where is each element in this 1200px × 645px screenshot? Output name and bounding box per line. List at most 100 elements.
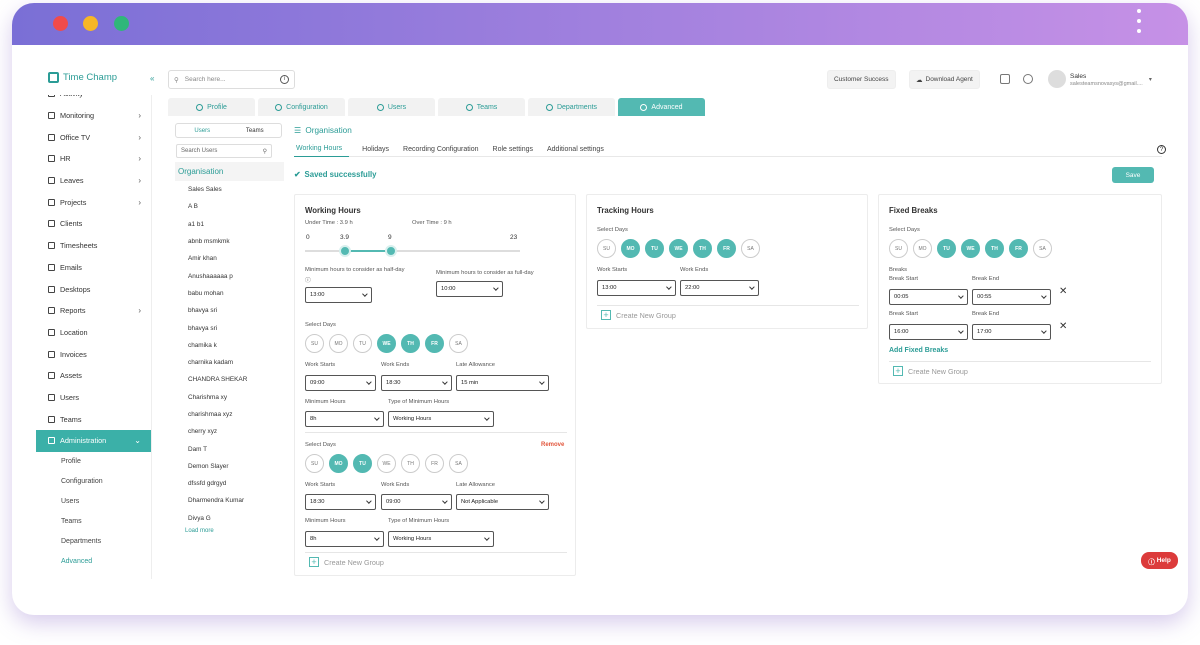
sidebar-item-teams[interactable]: Teams: [36, 408, 151, 430]
sidebar-item-timesheets[interactable]: Timesheets: [36, 235, 151, 257]
gear-icon[interactable]: [1023, 74, 1033, 84]
tab-role-settings[interactable]: Role settings: [486, 141, 540, 157]
over-time-handle[interactable]: [385, 245, 397, 257]
day-toggle-su[interactable]: SU: [597, 239, 616, 258]
list-item[interactable]: CHANDRA SHEKAR: [163, 371, 284, 388]
sidebar-item-emails[interactable]: Emails: [36, 257, 151, 279]
list-item[interactable]: a1 b1: [163, 216, 284, 233]
list-item[interactable]: Demon Slayer: [163, 458, 284, 475]
break1-start-select[interactable]: 00:05: [889, 289, 968, 305]
create-new-group-button[interactable]: + Create New Group: [601, 310, 676, 320]
list-item[interactable]: chamika k: [163, 337, 284, 354]
sidebar-item-hr[interactable]: HR ›: [36, 148, 151, 170]
tab-teams[interactable]: Teams: [229, 124, 282, 137]
sidebar-item-users[interactable]: Users: [36, 387, 151, 409]
tab-advanced[interactable]: Advanced: [618, 98, 705, 116]
day-toggle-tu[interactable]: TU: [353, 334, 372, 353]
day-toggle-fr[interactable]: FR: [1009, 239, 1028, 258]
work-ends-select[interactable]: 18:30: [381, 375, 452, 391]
list-item[interactable]: babu mohan: [163, 285, 284, 302]
tab-working-hours[interactable]: Working Hours: [294, 141, 350, 157]
download-agent-button[interactable]: ☁ Download Agent: [909, 70, 980, 89]
collapse-sidebar-icon[interactable]: «: [150, 74, 154, 83]
full-day-select[interactable]: 10:00: [436, 281, 503, 297]
tab-departments[interactable]: Departments: [528, 98, 615, 116]
create-new-group-button[interactable]: + Create New Group: [309, 557, 384, 567]
sidebar-item-clients[interactable]: Clients: [36, 213, 151, 235]
search-input[interactable]: ⚲ Search here... i: [168, 70, 295, 89]
day-toggle-we[interactable]: WE: [377, 454, 396, 473]
list-item[interactable]: Anushaaaaaa p: [163, 267, 284, 284]
search-users-input[interactable]: Search Users ⚲: [176, 144, 272, 158]
day-toggle-sa[interactable]: SA: [1033, 239, 1052, 258]
kebab-menu-icon[interactable]: [1137, 9, 1142, 39]
sidebar-subitem-advanced[interactable]: Advanced: [36, 552, 151, 572]
brand[interactable]: Time Champ: [48, 72, 117, 83]
list-item[interactable]: charnika kadam: [163, 354, 284, 371]
day-toggle-tu[interactable]: TU: [937, 239, 956, 258]
sidebar-item-office-tv[interactable]: Office TV ›: [36, 126, 151, 148]
document-icon[interactable]: [1000, 74, 1010, 84]
tracking-end-select[interactable]: 22:00: [680, 280, 759, 296]
minimum-hours-select[interactable]: 8h: [305, 411, 384, 427]
day-toggle-tu[interactable]: TU: [645, 239, 664, 258]
minimum-hours-select-2[interactable]: 8h: [305, 531, 384, 547]
under-time-handle[interactable]: [339, 245, 351, 257]
type-min-hours-select[interactable]: Working Hours: [388, 411, 494, 427]
list-item[interactable]: Charishma xy: [163, 389, 284, 406]
customer-success-button[interactable]: Customer Success: [827, 70, 896, 89]
day-toggle-su[interactable]: SU: [889, 239, 908, 258]
day-toggle-sa[interactable]: SA: [741, 239, 760, 258]
sidebar-item-location[interactable]: Location: [36, 322, 151, 344]
sidebar-item-monitoring[interactable]: Monitoring ›: [36, 105, 151, 127]
user-menu[interactable]: Sales salesteamsnovasys@gmail.... ▾: [1048, 70, 1152, 88]
day-toggle-mo[interactable]: MO: [621, 239, 640, 258]
sidebar-subitem-profile[interactable]: Profile: [36, 452, 151, 472]
sidebar-item-administration[interactable]: Administration ⌄: [36, 430, 151, 452]
tab-profile[interactable]: Profile: [168, 98, 255, 116]
half-day-select[interactable]: 13:00: [305, 287, 372, 303]
save-button[interactable]: Save: [1112, 167, 1154, 183]
list-item[interactable]: Sales Sales: [163, 181, 284, 198]
day-toggle-mo[interactable]: MO: [913, 239, 932, 258]
list-item[interactable]: dfssfd gdrgyd: [163, 475, 284, 492]
work-starts-select-2[interactable]: 18:30: [305, 494, 376, 510]
day-toggle-fr[interactable]: FR: [425, 334, 444, 353]
break2-end-select[interactable]: 17:00: [972, 324, 1051, 340]
create-new-group-button[interactable]: + Create New Group: [893, 366, 968, 376]
day-toggle-th[interactable]: TH: [693, 239, 712, 258]
list-item[interactable]: bhavya sri: [163, 319, 284, 336]
sidebar-item-projects[interactable]: Projects ›: [36, 191, 151, 213]
close-window-dot[interactable]: [53, 16, 68, 31]
day-toggle-sa[interactable]: SA: [449, 334, 468, 353]
day-toggle-th[interactable]: TH: [985, 239, 1004, 258]
list-item[interactable]: Dharmendra Kumar: [163, 492, 284, 509]
sidebar-item-leaves[interactable]: Leaves ›: [36, 170, 151, 192]
add-fixed-breaks-link[interactable]: Add Fixed Breaks: [889, 347, 948, 354]
day-toggle-th[interactable]: TH: [401, 334, 420, 353]
sidebar-item-assets[interactable]: Assets: [36, 365, 151, 387]
tab-holidays[interactable]: Holidays: [355, 141, 396, 157]
working-hours-slider[interactable]: [305, 245, 520, 257]
info-icon[interactable]: i: [280, 75, 289, 84]
sidebar-item-desktops[interactable]: Desktops: [36, 278, 151, 300]
tab-additional-settings[interactable]: Additional settings: [540, 141, 611, 157]
sidebar-item-activity[interactable]: Activity: [36, 95, 151, 105]
list-item[interactable]: Amir khan: [163, 250, 284, 267]
list-item[interactable]: bhavya sri: [163, 302, 284, 319]
day-toggle-su[interactable]: SU: [305, 454, 324, 473]
list-item[interactable]: charishmaa xyz: [163, 406, 284, 423]
day-toggle-tu[interactable]: TU: [353, 454, 372, 473]
sidebar-item-reports[interactable]: Reports ›: [36, 300, 151, 322]
tab-configuration[interactable]: Configuration: [258, 98, 345, 116]
day-toggle-we[interactable]: WE: [377, 334, 396, 353]
work-ends-select-2[interactable]: 09:00: [381, 494, 452, 510]
late-allowance-select-2[interactable]: Not Applicable: [456, 494, 549, 510]
tracking-start-select[interactable]: 13:00: [597, 280, 676, 296]
sidebar-subitem-departments[interactable]: Departments: [36, 532, 151, 552]
work-starts-select[interactable]: 09:00: [305, 375, 376, 391]
tab-recording-configuration[interactable]: Recording Configuration: [396, 141, 486, 157]
organisation-node[interactable]: Organisation: [175, 162, 284, 181]
tab-users[interactable]: Users: [348, 98, 435, 116]
late-allowance-select[interactable]: 15 min: [456, 375, 549, 391]
